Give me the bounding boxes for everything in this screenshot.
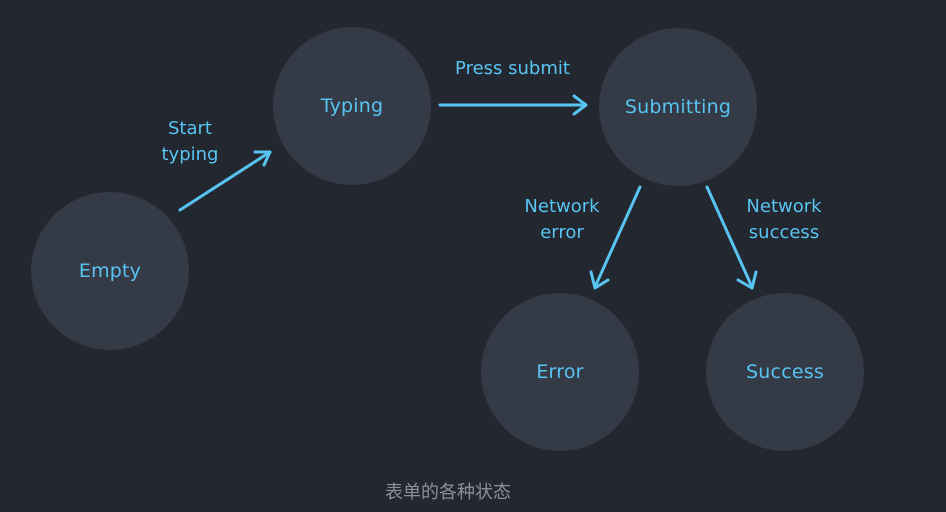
state-typing-node: Typing xyxy=(273,27,431,185)
state-success-node: Success xyxy=(706,293,864,451)
state-typing-label: Typing xyxy=(320,95,384,117)
state-error-label: Error xyxy=(536,361,584,383)
transition-label-press-submit: Press submit xyxy=(440,56,585,82)
transition-label-line: Press submit xyxy=(455,58,570,79)
transition-label-start-typing: Start typing xyxy=(140,116,240,168)
transition-label-network-error: Network error xyxy=(512,194,612,246)
state-submitting-label: Submitting xyxy=(624,96,732,118)
state-diagram: Empty Typing Submitting Error Success St… xyxy=(0,0,946,470)
state-success-label: Success xyxy=(746,361,824,383)
transition-label-network-success: Network success xyxy=(734,194,834,246)
state-submitting-node: Submitting xyxy=(599,28,757,186)
transition-label-line: Network xyxy=(524,196,600,217)
transition-label-line: Start xyxy=(168,118,212,139)
transition-label-line: success xyxy=(748,222,820,243)
state-empty-label: Empty xyxy=(78,260,142,282)
figure-caption: 表单的各种状态 xyxy=(385,482,511,503)
state-error-node: Error xyxy=(481,293,639,451)
state-empty-node: Empty xyxy=(31,192,189,350)
transition-label-line: typing xyxy=(161,144,219,165)
transition-label-line: error xyxy=(540,222,584,243)
arrow-press-submit xyxy=(438,94,588,116)
transition-label-line: Network xyxy=(746,196,822,217)
